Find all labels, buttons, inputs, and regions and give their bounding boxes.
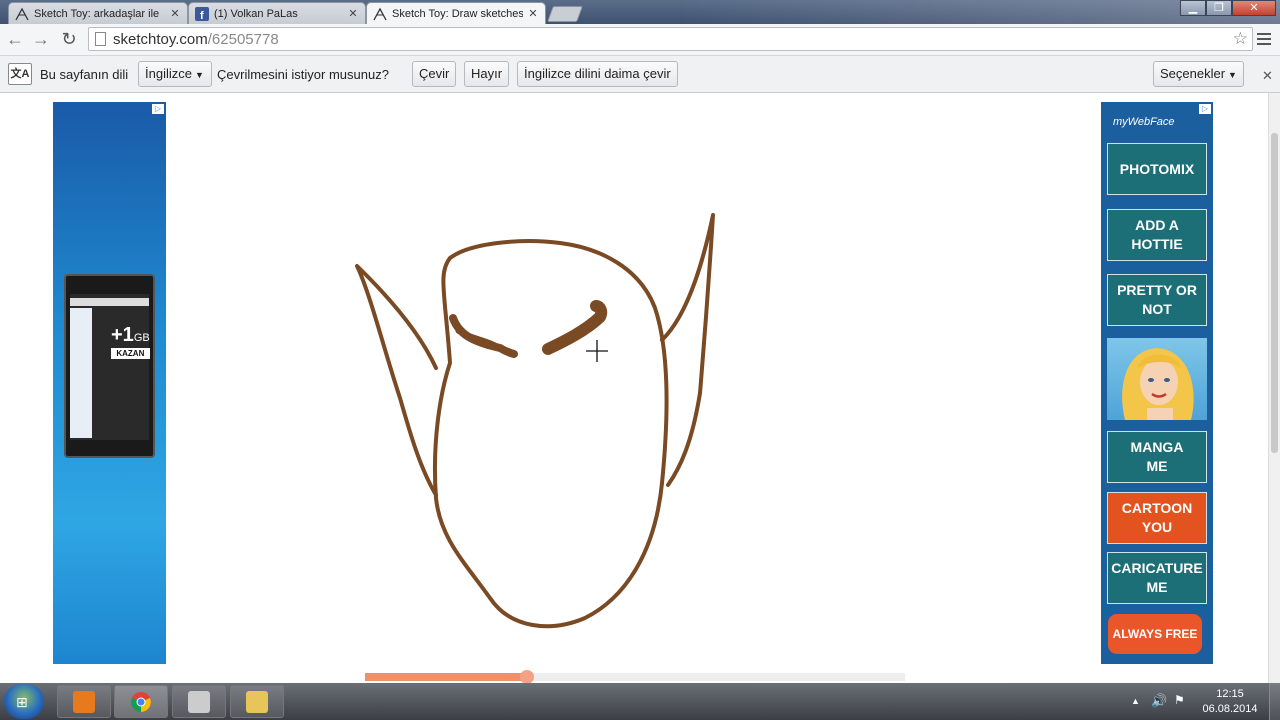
sketch-right-ear-stroke [660,213,715,487]
window-titlebar: Sketch Toy: arkadaşlar ile ✕ f (1) Volka… [0,0,1280,24]
browser-toolbar: ← → ↻ sketchtoy.com/62505778 ☆ [0,24,1280,56]
page-icon [95,32,106,46]
playback-slider[interactable] [365,670,905,684]
arrow-right-icon: → [32,29,50,49]
back-button[interactable]: ← [4,28,26,50]
sketchtoy-icon [15,7,29,20]
page-content: ▷ +1GB KAZAN ▷ myWebFace PHOTOMIX ADD AH… [0,93,1268,684]
no-button[interactable]: Hayır [464,61,510,87]
playback-slider-handle[interactable] [520,670,534,684]
taskbar-explorer[interactable] [230,685,284,718]
arrow-left-icon: ← [6,29,24,49]
url-text: sketchtoy.com/62505778 [113,31,279,48]
show-desktop-button[interactable] [1269,683,1280,720]
taskbar-camera-app[interactable] [172,685,226,718]
chrome-menu-icon[interactable] [1257,30,1271,48]
sketch-strokes [355,213,715,629]
caret-down-icon: ▼ [1228,70,1237,80]
always-translate-button[interactable]: İngilizce dilini daima çevir [517,61,678,87]
close-icon[interactable]: ✕ [347,8,359,20]
tab-facebook[interactable]: f (1) Volkan PaLas ✕ [188,2,366,24]
clock-time: 12:15 [1216,688,1244,700]
taskbar-clock[interactable]: 12:15 06.08.2014 [1196,687,1264,717]
close-window-button[interactable]: ✕ [1232,0,1276,16]
tab-sketchtoy-draw[interactable]: Sketch Toy: Draw sketches ✕ [366,2,546,24]
reload-icon: ↻ [61,29,77,49]
taskbar-media-player[interactable] [57,685,111,718]
translate-prefix: Bu sayfanın dili [40,67,129,82]
options-label: Seçenekler [1160,66,1226,81]
language-select[interactable]: İngilizce ▼ [138,61,212,87]
sketch-head-stroke [432,239,669,629]
translate-question: Çevrilmesini istiyor musunuz? [217,67,389,82]
action-center-flag-icon[interactable]: ⚑ [1174,693,1185,707]
close-icon[interactable]: ✕ [527,8,539,20]
sketchtoy-icon [373,7,387,21]
crosshair-cursor-icon [586,340,608,362]
reload-button[interactable]: ↻ [58,28,80,50]
options-button[interactable]: Seçenekler ▼ [1153,61,1244,87]
taskbar-chrome[interactable] [114,685,168,718]
chrome-icon [131,692,151,712]
scrollbar-thumb[interactable] [1271,133,1278,453]
windows-taskbar: ⊞ ▲ 🔊 ⚑ 12:15 06.08.2014 [0,683,1280,720]
clock-date: 06.08.2014 [1202,703,1258,715]
caret-down-icon: ▼ [194,70,204,80]
playback-slider-fill [365,673,527,681]
folder-icon [246,691,268,713]
translate-icon: 文A [8,63,32,85]
language-value: İngilizce [145,66,192,81]
tab-title: (1) Volkan PaLas [214,7,298,20]
camera-icon [188,691,210,713]
svg-text:f: f [200,10,204,21]
close-icon[interactable]: ✕ [169,8,181,20]
windows-logo-icon: ⊞ [16,694,28,710]
forward-button[interactable]: → [30,28,52,50]
sketch-left-eyebrow-stroke [449,314,518,358]
start-button[interactable]: ⊞ [4,684,44,719]
bookmark-star-icon[interactable]: ☆ [1233,29,1248,49]
tab-title: Sketch Toy: Draw sketches [392,8,523,20]
sketch-left-ear-stroke [355,264,438,497]
url-path: /62505778 [207,31,279,48]
tray-expand-icon[interactable]: ▲ [1131,696,1140,706]
sketch-canvas[interactable] [0,93,1268,683]
close-icon[interactable]: ✕ [1262,68,1273,84]
translate-button[interactable]: Çevir [412,61,457,87]
volume-icon[interactable]: 🔊 [1151,693,1167,709]
sketch-right-eyebrow-stroke [542,300,608,355]
media-player-icon [73,691,95,713]
translate-bar: 文A Bu sayfanın dili İngilizce ▼ Çevrilmes… [0,56,1280,93]
maximize-button[interactable]: ❐ [1206,0,1232,16]
facebook-icon: f [195,6,209,21]
new-tab-button[interactable] [547,6,583,22]
page-scrollbar[interactable] [1268,93,1280,683]
tab-title: Sketch Toy: arkadaşlar ile [34,7,160,20]
address-bar[interactable]: sketchtoy.com/62505778 ☆ [88,27,1253,51]
url-host: sketchtoy.com [113,31,208,48]
minimize-button[interactable]: ▁ [1180,0,1206,16]
tab-sketchtoy-arkadaslar[interactable]: Sketch Toy: arkadaşlar ile ✕ [8,2,188,24]
